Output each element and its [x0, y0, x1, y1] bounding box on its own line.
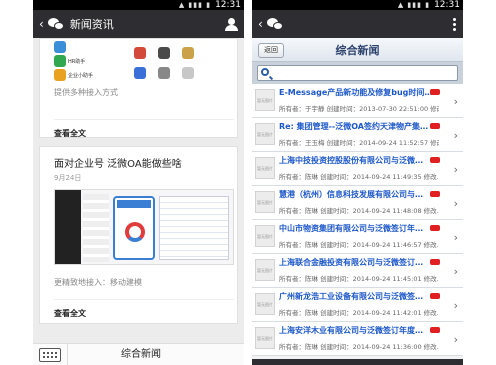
assistant-icon — [54, 69, 66, 81]
new-badge — [430, 157, 440, 163]
chevron-right-icon: › — [453, 163, 458, 176]
status-time: 12:31 — [434, 0, 460, 10]
new-badge — [430, 259, 440, 265]
chevron-right-icon: › — [453, 95, 458, 108]
list-item[interactable]: 暂无图片 上海安洋木业有限公司与泛微签订年度… 所有者：陈琳 创建时间：2014… — [252, 322, 463, 356]
back-chevron-icon[interactable]: ‹ — [258, 17, 263, 31]
news-card-1[interactable]: HR助手 企业小助手 提供多种接入方式 查看全文 — [39, 38, 238, 138]
thumbnail-placeholder: 暂无图片 — [255, 259, 275, 281]
item-meta: 所有者：陈琳 创建时间：2014-09-24 11:45:01 修改… — [279, 275, 439, 283]
news-card-2[interactable]: 面对企业号 泛微OA能做些啥 9月24日 更精致地接入：移动建模 查看全文 — [39, 146, 238, 324]
menu-button-news[interactable]: 综合新闻 — [67, 343, 214, 365]
calendar-icon — [182, 47, 194, 59]
left-phone-screen: ▲ ▮▮▮ ▮ 12:31 ‹ 新闻资讯 HR助手 企业小助手 提供多种接入方式 … — [33, 0, 244, 365]
item-title: 上海安洋木业有限公司与泛微签订年度… — [279, 326, 423, 335]
new-badge — [430, 191, 440, 197]
new-badge — [430, 327, 440, 333]
item-meta: 所有者：陈琳 创建时间：2014-09-24 11:49:35 修改… — [279, 173, 439, 181]
read-full-link[interactable]: 查看全文 — [54, 119, 234, 139]
product-icon — [134, 47, 146, 59]
feature-label: 企业小助手 — [68, 73, 94, 79]
approval-icon — [158, 47, 170, 59]
wechat-logo-icon — [47, 17, 64, 31]
chevron-right-icon: › — [453, 231, 458, 244]
item-title: 中山市物资集团有限公司与泛微签订年… — [279, 224, 423, 233]
card-description: 提供多种接入方式 — [54, 88, 118, 97]
thumbnail-placeholder: 暂无图片 — [255, 123, 275, 145]
list-item[interactable]: 暂无图片 中山市物资集团有限公司与泛微签订年… 所有者：陈琳 创建时间：2014… — [252, 220, 463, 254]
list-item[interactable]: 暂无图片 慧港（杭州）信息科技发展有限公司与… 所有者：陈琳 创建时间：2014… — [252, 186, 463, 220]
chevron-right-icon: › — [453, 333, 458, 346]
search-icon[interactable] — [261, 68, 269, 76]
back-chevron-icon[interactable]: ‹ — [39, 17, 44, 31]
chevron-right-icon: › — [453, 265, 458, 278]
chevron-right-icon: › — [453, 299, 458, 312]
chevron-right-icon: › — [453, 197, 458, 210]
right-phone-screen: ▲ ▮▮▮ ▮ 12:31 ‹ 返回 综合新闻 暂无图片 E-Message产品新… — [252, 0, 463, 365]
thumbnail-placeholder: 暂无图片 — [255, 157, 275, 179]
item-title: 上海中技投资控股股份有限公司与泛微… — [279, 156, 423, 165]
wechat-menu-bar: 综合新闻 — [33, 343, 244, 365]
status-bar: ▲ ▮▮▮ ▮ 12:31 — [252, 0, 463, 10]
chat-title: 新闻资讯 — [69, 18, 114, 31]
card-title: 面对企业号 泛微OA能做些啥 — [54, 159, 182, 170]
status-bar: ▲ ▮▮▮ ▮ 12:31 — [33, 0, 244, 10]
item-meta: 所有者：于宇静 创建时间：2013-07-30 22:51:00 修改… — [279, 105, 439, 113]
item-meta: 所有者：陈琳 创建时间：2014-09-24 11:48:08 修改… — [279, 207, 439, 215]
thumbnail-placeholder: 暂无图片 — [255, 293, 275, 315]
signal-icons: ▲ ▮▮▮ ▮ — [397, 1, 431, 9]
item-meta: 所有者：陈琳 创建时间：2014-09-24 11:36:00 修改… — [279, 343, 439, 351]
app-icon — [54, 41, 66, 53]
read-full-link[interactable]: 查看全文 — [54, 299, 234, 319]
card-cover-image — [54, 189, 234, 265]
item-title: Re: 集团管理--泛微OA签约天津物产集… — [279, 122, 428, 131]
chevron-right-icon: › — [453, 129, 458, 142]
search-bar — [252, 62, 463, 84]
more-icon — [182, 67, 194, 79]
news-list: 暂无图片 E-Message产品新功能及修复bug时间… 所有者：于宇静 创建时… — [252, 84, 463, 356]
signal-icons: ▲ ▮▮▮ ▮ — [178, 1, 212, 9]
back-button[interactable]: 返回 — [258, 43, 284, 58]
item-title: 慧港（杭州）信息科技发展有限公司与… — [279, 190, 423, 199]
item-meta: 所有者：王玉梅 创建时间：2014-09-24 11:52:57 修改… — [279, 139, 439, 147]
thumbnail-placeholder: 暂无图片 — [255, 225, 275, 247]
wechat-logo-icon — [266, 17, 283, 31]
list-item[interactable]: 暂无图片 广州新龙浩工业设备有限公司与泛微签… 所有者：陈琳 创建时间：2014… — [252, 288, 463, 322]
thumbnail-placeholder: 暂无图片 — [255, 191, 275, 213]
bottom-bar — [252, 359, 463, 365]
hr-icon — [54, 55, 66, 67]
page-titlebar: 返回 综合新闻 — [252, 38, 463, 62]
keyboard-icon[interactable] — [39, 347, 61, 362]
status-time: 12:31 — [215, 0, 241, 10]
search-input[interactable] — [257, 65, 458, 81]
card-date: 9月24日 — [54, 174, 82, 182]
item-meta: 所有者：陈琳 创建时间：2014-09-24 11:42:01 修改… — [279, 309, 439, 317]
item-title: 上海联合金融投资有限公司与泛微签订… — [279, 258, 423, 267]
new-badge — [430, 89, 440, 95]
thumbnail-placeholder: 暂无图片 — [255, 89, 275, 111]
card-description: 更精致地接入：移动建模 — [54, 278, 142, 287]
item-meta: 所有者：陈琳 创建时间：2014-09-24 11:46:57 修改… — [279, 241, 439, 249]
wechat-header: ‹ — [252, 10, 463, 38]
thumbnail-placeholder: 暂无图片 — [255, 327, 275, 349]
list-item[interactable]: 暂无图片 E-Message产品新功能及修复bug时间… 所有者：于宇静 创建时… — [252, 84, 463, 118]
list-item[interactable]: 暂无图片 上海中技投资控股股份有限公司与泛微… 所有者：陈琳 创建时间：2014… — [252, 152, 463, 186]
feature-thumbnails: HR助手 企业小助手 — [54, 41, 234, 81]
new-badge — [430, 123, 440, 129]
item-title: E-Message产品新功能及修复bug时间… — [279, 88, 433, 97]
more-vertical-icon[interactable] — [451, 17, 457, 31]
meeting-icon — [158, 67, 170, 79]
item-title: 广州新龙浩工业设备有限公司与泛微签… — [279, 292, 423, 301]
new-badge — [430, 293, 440, 299]
feature-label: HR助手 — [68, 59, 86, 65]
list-item[interactable]: 暂无图片 上海联合金融投资有限公司与泛微签订… 所有者：陈琳 创建时间：2014… — [252, 254, 463, 288]
wechat-header: ‹ 新闻资讯 — [33, 10, 244, 38]
doc-icon — [134, 67, 146, 79]
profile-icon[interactable] — [225, 17, 238, 31]
new-badge — [430, 225, 440, 231]
list-item[interactable]: 暂无图片 Re: 集团管理--泛微OA签约天津物产集… 所有者：王玉梅 创建时间… — [252, 118, 463, 152]
